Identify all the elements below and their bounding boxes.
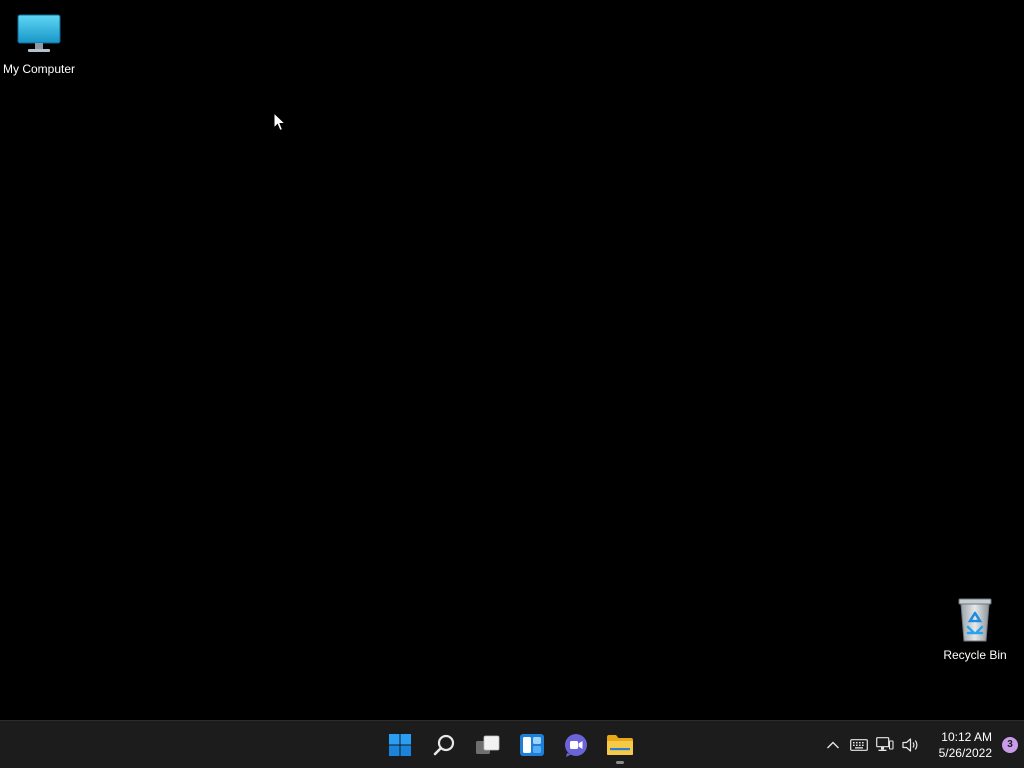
notification-center-button[interactable]: 3 <box>996 725 1024 765</box>
desktop-icon-my-computer[interactable]: My Computer <box>0 10 79 76</box>
desktop-icon-recycle-bin[interactable]: Recycle Bin <box>935 596 1015 662</box>
widgets-button[interactable] <box>512 725 552 765</box>
taskbar-pinned-apps <box>380 721 640 768</box>
speaker-icon <box>902 737 918 752</box>
monitor-icon <box>15 10 63 58</box>
recycle-bin-icon <box>951 596 999 644</box>
widgets-icon <box>520 733 544 756</box>
desktop-icon-label: Recycle Bin <box>943 648 1007 662</box>
mouse-cursor-icon <box>273 112 287 132</box>
network-button[interactable] <box>872 729 898 761</box>
start-button[interactable] <box>380 725 420 765</box>
notification-count-badge: 3 <box>1002 736 1018 753</box>
search-button[interactable] <box>424 725 464 765</box>
file-explorer-button[interactable] <box>600 725 640 765</box>
keyboard-icon <box>850 738 868 751</box>
desktop: My Computer Recycle Bin <box>0 0 1024 720</box>
task-view-button[interactable] <box>468 725 508 765</box>
chat-icon <box>565 733 587 757</box>
network-icon <box>876 736 894 751</box>
clock-date: 5/26/2022 <box>938 745 992 760</box>
search-icon <box>433 734 455 755</box>
input-indicator-button[interactable] <box>846 729 872 761</box>
clock-time: 10:12 AM <box>941 729 992 744</box>
desktop-icon-label: My Computer <box>2 62 76 76</box>
chevron-up-icon <box>827 741 839 748</box>
system-tray: 10:12 AM 5/26/2022 3 <box>820 721 1024 768</box>
chat-button[interactable] <box>556 725 596 765</box>
taskbar: 10:12 AM 5/26/2022 3 <box>0 720 1024 768</box>
tray-overflow-button[interactable] <box>820 729 846 761</box>
task-view-icon <box>476 735 500 754</box>
clock-button[interactable]: 10:12 AM 5/26/2022 <box>924 725 996 765</box>
folder-icon <box>607 734 633 755</box>
windows-logo-icon <box>389 733 411 756</box>
volume-button[interactable] <box>898 729 924 761</box>
